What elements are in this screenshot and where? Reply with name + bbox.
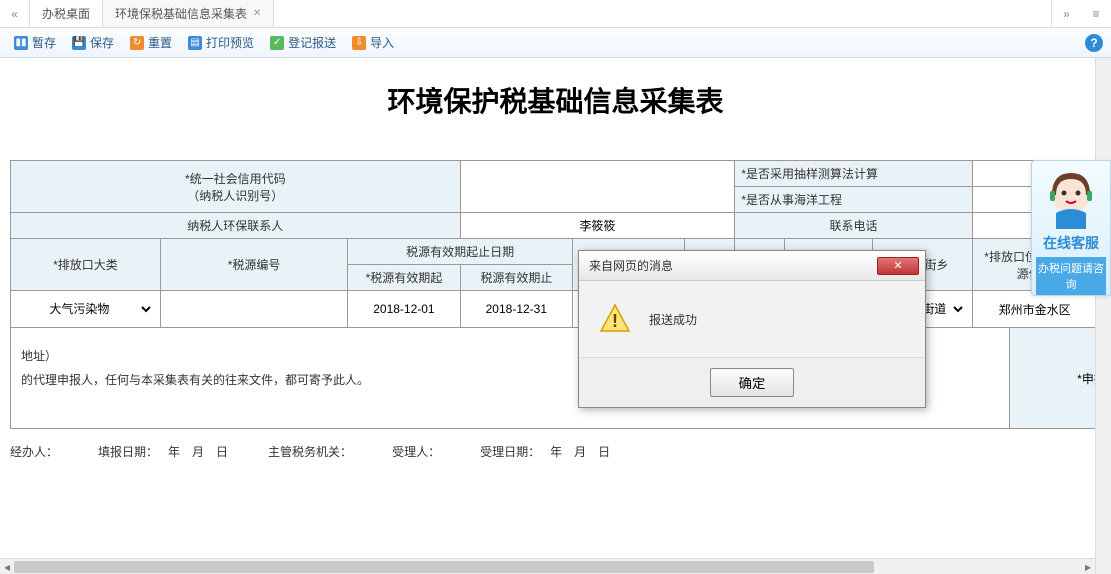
tab-label: 办税桌面 [42, 5, 90, 22]
ocean-label: *是否从事海洋工程 [735, 187, 972, 213]
scroll-right-icon[interactable]: ▸ [1081, 559, 1095, 574]
svg-text:!: ! [612, 311, 618, 331]
import-icon: ⇩ [352, 36, 366, 50]
dialog-ok-button[interactable]: 确定 [710, 368, 795, 397]
preview-label: 打印预览 [206, 34, 254, 51]
scroll-thumb[interactable] [14, 561, 874, 573]
assistant-avatar-icon [1040, 167, 1102, 229]
reset-icon: ↻ [130, 36, 144, 50]
tab-bar: « 办税桌面 环境保税基础信息采集表 ✕ » ≡ [0, 0, 1111, 28]
submit-label: 登记报送 [288, 34, 336, 51]
dialog-close-button[interactable]: ✕ [877, 257, 919, 275]
tab-close-icon[interactable]: ✕ [253, 8, 261, 19]
social-code-label: *统一社会信用代码 （纳税人识别号） [11, 161, 461, 213]
reset-label: 重置 [148, 34, 172, 51]
save-button[interactable]: 💾 保存 [66, 31, 120, 54]
vertical-scrollbar[interactable] [1095, 58, 1111, 574]
date-template: 年 月 日 [168, 443, 228, 460]
social-code-value[interactable] [460, 161, 735, 213]
col-emit-cat: *排放口大类 [11, 239, 161, 291]
submit-button[interactable]: ✓ 登记报送 [264, 31, 342, 54]
emit-cat-select[interactable]: 大气污染物 [17, 295, 154, 323]
phone-label: 联系电话 [735, 213, 972, 239]
recv-date-label: 受理日期： [480, 443, 540, 460]
print-preview-button[interactable]: ▤ 打印预览 [182, 31, 260, 54]
print-icon: ▤ [188, 36, 202, 50]
dialog-title: 来自网页的消息 [589, 257, 877, 274]
col-tax-src-no: *税源编号 [160, 239, 347, 291]
check-icon: ✓ [270, 36, 284, 50]
toolbar: ▮▮ 暂存 💾 保存 ↻ 重置 ▤ 打印预览 ✓ 登记报送 ⇩ 导入 ? [0, 28, 1111, 58]
col-valid-period: 税源有效期起止日期 [348, 239, 573, 265]
fill-date-label: 填报日期： [98, 443, 158, 460]
dialog-titlebar[interactable]: 来自网页的消息 ✕ [579, 251, 925, 281]
tabs-prev-button[interactable]: « [0, 0, 30, 27]
horizontal-scrollbar[interactable]: ◂ ▸ [0, 558, 1095, 574]
table-row: 大气污染物 2018-12-01 2018-12-31 噪音源1 噪 中原区 林… [11, 291, 1111, 328]
cell-valid-start[interactable]: 2018-12-01 [348, 291, 460, 328]
tab-env-tax-form[interactable]: 环境保税基础信息采集表 ✕ [103, 0, 274, 27]
reset-button[interactable]: ↻ 重置 [124, 31, 178, 54]
message-dialog: 来自网页的消息 ✕ ! 报送成功 确定 [578, 250, 926, 408]
save-label: 保存 [90, 34, 114, 51]
handler-label: 经办人： [10, 443, 58, 460]
cell-tax-src-no[interactable] [160, 291, 347, 328]
tab-label: 环境保税基础信息采集表 [115, 5, 247, 22]
contact-value[interactable]: 李筱筱 [460, 213, 735, 239]
col-valid-start: *税源有效期起 [348, 265, 460, 291]
pause-button[interactable]: ▮▮ 暂存 [8, 31, 62, 54]
contact-label: 纳税人环保联系人 [11, 213, 461, 239]
content-area: 环境保护税基础信息采集表 *统一社会信用代码 （纳税人识别号） *是否采用抽样测… [0, 58, 1111, 574]
cell-location[interactable]: 郑州市金水区 [972, 291, 1097, 328]
receiver-label: 受理人： [392, 443, 440, 460]
dialog-message: 报送成功 [649, 311, 697, 328]
cell-emit-cat[interactable]: 大气污染物 [11, 291, 161, 328]
scroll-left-icon[interactable]: ◂ [0, 559, 14, 574]
sampling-label: *是否采用抽样测算法计算 [735, 161, 972, 187]
address-block: 地址） 的代理申报人，任何与本采集表有关的往来文件，都可寄予此人。 *申报人声明 [10, 328, 1111, 429]
warning-icon: ! [599, 303, 631, 335]
authority-label: 主管税务机关： [268, 443, 352, 460]
import-label: 导入 [370, 34, 394, 51]
pause-icon: ▮▮ [14, 36, 28, 50]
customer-service-widget[interactable]: 在线客服 办税问题请咨询 [1031, 160, 1111, 296]
footer-row: 经办人： 填报日期： 年 月 日 主管税务机关： 受理人： 受理日期： 年 月 日 [10, 443, 1111, 460]
save-icon: 💾 [72, 36, 86, 50]
tax-src-input[interactable] [167, 295, 341, 323]
help-button[interactable]: ? [1085, 34, 1103, 52]
assistant-subtitle: 办税问题请咨询 [1036, 257, 1106, 295]
pause-label: 暂存 [32, 34, 56, 51]
col-valid-end: 税源有效期止 [460, 265, 572, 291]
cell-valid-end[interactable]: 2018-12-31 [460, 291, 572, 328]
assistant-title: 在线客服 [1036, 233, 1106, 253]
import-button[interactable]: ⇩ 导入 [346, 31, 400, 54]
date-template: 年 月 日 [550, 443, 610, 460]
tabs-next-button[interactable]: » [1051, 0, 1081, 27]
page-title: 环境保护税基础信息采集表 [0, 58, 1111, 160]
form-table: *统一社会信用代码 （纳税人识别号） *是否采用抽样测算法计算 *是否从事海洋工… [10, 160, 1111, 328]
tabs-menu-button[interactable]: ≡ [1081, 0, 1111, 27]
tab-desktop[interactable]: 办税桌面 [30, 0, 103, 27]
